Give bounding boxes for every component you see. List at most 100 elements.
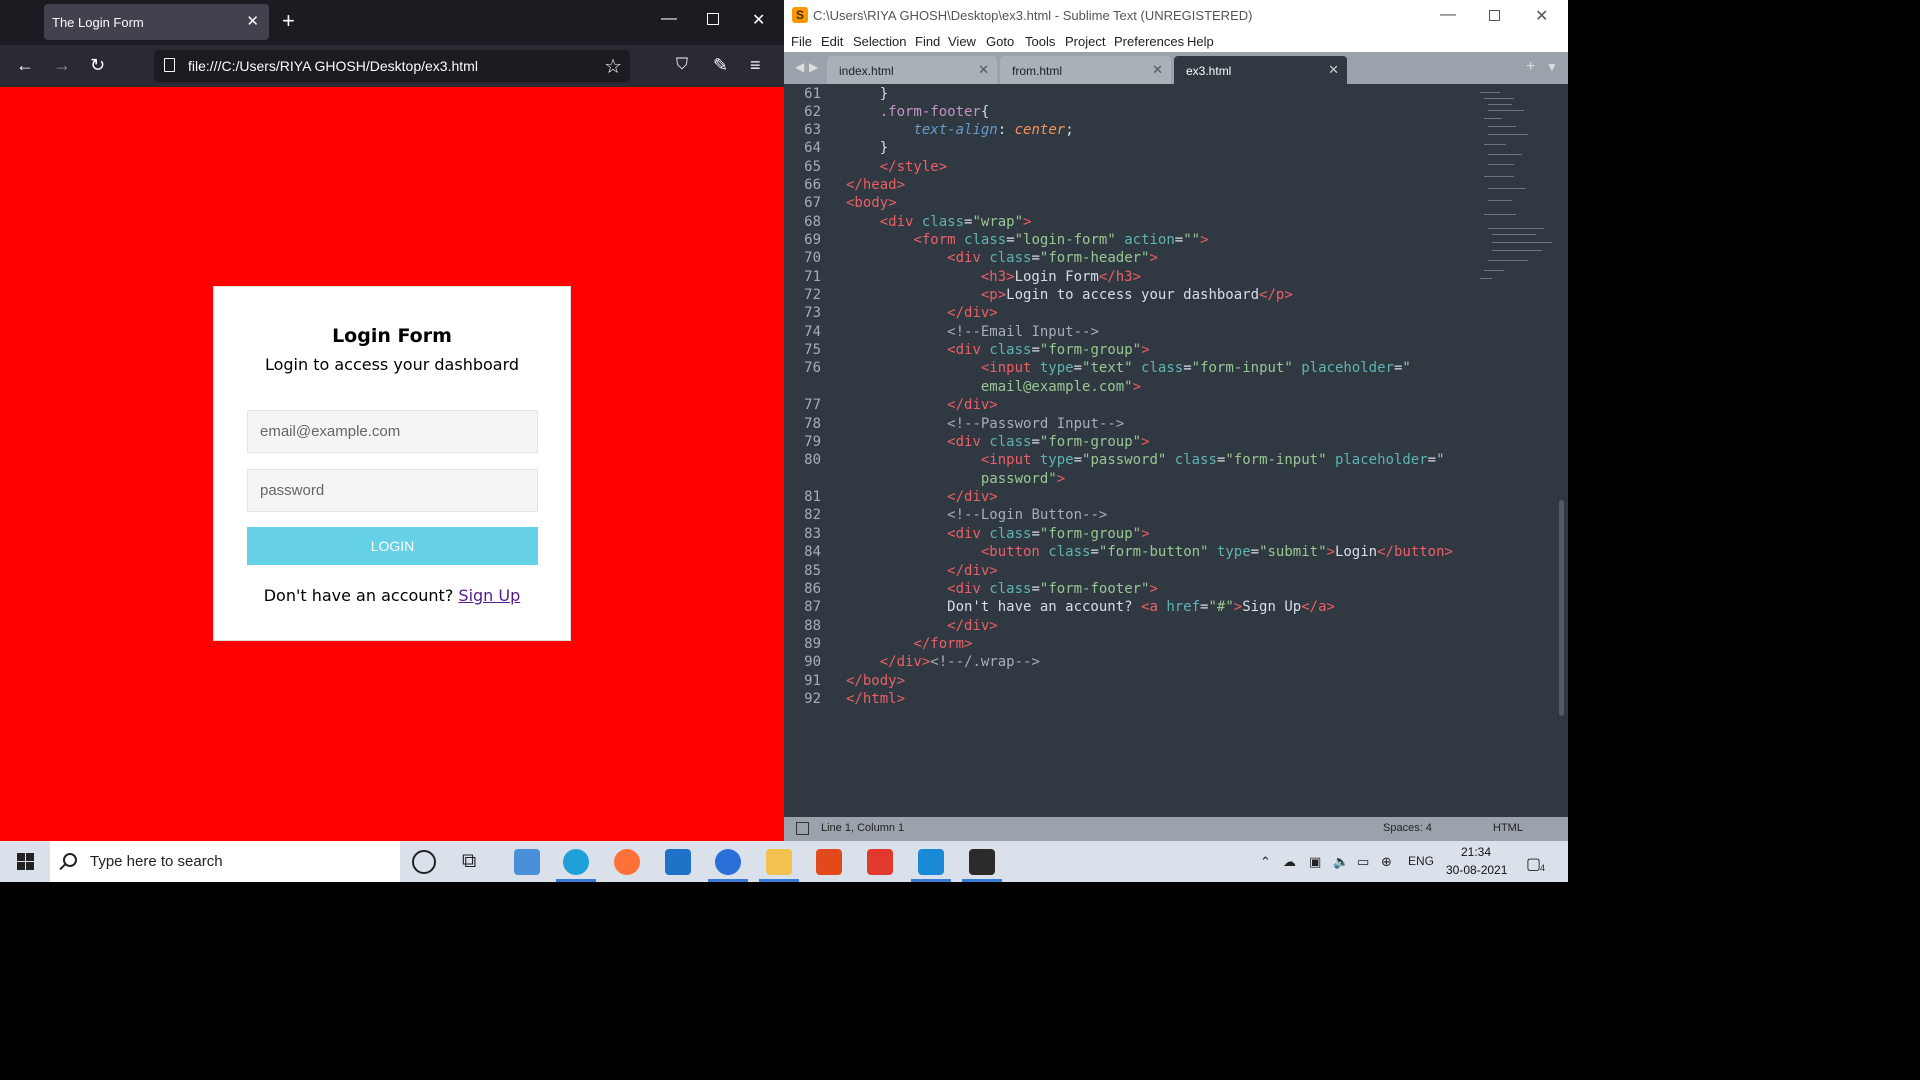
close-tab-icon[interactable]: ✕ [1152, 62, 1163, 78]
email-field[interactable] [247, 410, 538, 453]
close-tab-icon[interactable]: ✕ [246, 12, 259, 30]
form-title: Login Form [332, 325, 452, 347]
volume-icon[interactable]: 🔈 [1333, 854, 1349, 870]
menu-find[interactable]: Find [915, 34, 940, 49]
line-number: 73 [804, 305, 821, 321]
code-editor[interactable]: 61 } 62 .form-footer{ 63 text-align: cen… [784, 84, 1568, 817]
editor-title: C:\Users\RIYA GHOSH\Desktop\ex3.html - S… [813, 8, 1253, 23]
active-indicator [708, 879, 748, 882]
url-text[interactable]: file:///C:/Users/RIYA GHOSH/Desktop/ex3.… [188, 58, 478, 74]
minimize-icon[interactable]: — [661, 10, 677, 28]
chevron-up-icon[interactable]: ⌃ [1260, 854, 1271, 870]
clock-time[interactable]: 21:34 [1461, 845, 1491, 859]
browser-tab-bar: The Login Form ✕ + — ✕ [0, 0, 784, 45]
language-indicator[interactable]: ENG [1408, 854, 1434, 868]
wrench-icon[interactable]: ✎ [713, 55, 728, 75]
line-number: 77 [804, 397, 821, 413]
network-globe-icon[interactable]: ⊕ [1381, 854, 1392, 870]
line-number: 61 [804, 86, 821, 102]
firefox-icon[interactable] [614, 849, 640, 875]
active-indicator [556, 879, 596, 882]
taskbar-search[interactable]: Type here to search [50, 841, 400, 882]
address-bar[interactable]: file:///C:/Users/RIYA GHOSH/Desktop/ex3.… [154, 50, 630, 82]
minimap[interactable] [1480, 88, 1552, 288]
menu-view[interactable]: View [948, 34, 976, 49]
line-number: 70 [804, 250, 821, 266]
close-tab-icon[interactable]: ✕ [978, 62, 989, 78]
cortana-icon[interactable] [412, 850, 436, 874]
new-tab-button[interactable]: + [282, 9, 295, 33]
browser-window: The Login Form ✕ + — ✕ ← → ↻ file:///C:/… [0, 0, 784, 841]
close-window-icon[interactable]: ✕ [752, 10, 765, 30]
password-field[interactable] [247, 469, 538, 512]
file-explorer-icon[interactable] [766, 849, 792, 875]
firefox-dev-icon[interactable] [715, 849, 741, 875]
line-number: 83 [804, 526, 821, 542]
tab-scroll-right-icon[interactable]: ▶ [809, 60, 818, 74]
menu-help[interactable]: Help [1187, 34, 1214, 49]
menu-file[interactable]: File [791, 34, 812, 49]
windows-start-icon[interactable] [17, 853, 34, 870]
maximize-icon[interactable] [707, 13, 719, 25]
line-number: 68 [804, 214, 821, 230]
line-number: 84 [804, 544, 821, 560]
sublime-text-icon[interactable] [969, 849, 995, 875]
bookmark-star-icon[interactable]: ☆ [604, 54, 622, 79]
minimize-icon[interactable]: — [1440, 6, 1456, 24]
syntax-status[interactable]: HTML [1493, 822, 1523, 834]
line-number: 76 [804, 360, 821, 376]
forward-icon[interactable]: → [53, 55, 71, 75]
editor-scrollbar[interactable] [1559, 500, 1564, 716]
pc-icon[interactable] [514, 849, 540, 875]
notification-icon[interactable]: ▢ [1526, 854, 1541, 874]
editor-window: S C:\Users\RIYA GHOSH\Desktop\ex3.html -… [784, 0, 1568, 841]
line-number: 80 [804, 452, 821, 468]
tab-index-html[interactable]: index.html ✕ [827, 56, 997, 84]
office-icon[interactable] [816, 849, 842, 875]
menu-tools[interactable]: Tools [1025, 34, 1055, 49]
menu-selection[interactable]: Selection [853, 34, 906, 49]
meet-now-icon[interactable]: ▣ [1309, 854, 1321, 870]
line-number: 75 [804, 342, 821, 358]
menu-icon[interactable]: ≡ [750, 55, 761, 75]
pocket-icon[interactable]: ⛉ [676, 55, 688, 75]
tab-list-icon[interactable]: ▼ [1546, 60, 1558, 74]
mail-icon[interactable] [665, 849, 691, 875]
notification-count: 4 [1540, 863, 1546, 873]
page-icon [164, 58, 175, 72]
media-player-icon[interactable] [918, 849, 944, 875]
panel-toggle-icon[interactable] [796, 822, 809, 835]
tab-scroll-left-icon[interactable]: ◀ [795, 60, 804, 74]
battery-icon[interactable]: ▭ [1357, 854, 1369, 870]
menu-edit[interactable]: Edit [821, 34, 843, 49]
menu-goto[interactable]: Goto [986, 34, 1014, 49]
tab-ex3-html[interactable]: ex3.html ✕ [1174, 56, 1347, 84]
editor-title-bar: S C:\Users\RIYA GHOSH\Desktop\ex3.html -… [784, 0, 1568, 31]
back-icon[interactable]: ← [16, 55, 34, 75]
close-tab-icon[interactable]: ✕ [1328, 62, 1339, 78]
login-button[interactable]: LOGIN [247, 527, 538, 565]
edge-icon[interactable] [563, 849, 589, 875]
browser-tab[interactable]: The Login Form ✕ [44, 4, 269, 40]
footer-text: Don't have an account? [263, 586, 454, 605]
line-number: 90 [804, 654, 821, 670]
menu-preferences[interactable]: Preferences [1114, 34, 1184, 49]
line-number: 88 [804, 618, 821, 634]
tab-from-html[interactable]: from.html ✕ [1000, 56, 1171, 84]
task-view-icon[interactable]: ⧉ [462, 850, 488, 876]
maximize-icon[interactable] [1489, 10, 1500, 21]
line-number: 92 [804, 691, 821, 707]
onedrive-icon[interactable]: ☁ [1283, 854, 1296, 870]
line-number: 86 [804, 581, 821, 597]
line-number: 69 [804, 232, 821, 248]
cursor-position: Line 1, Column 1 [821, 822, 905, 834]
line-number: 81 [804, 489, 821, 505]
signup-link[interactable]: Sign Up [458, 586, 520, 605]
reload-icon[interactable]: ↻ [90, 55, 105, 75]
menu-project[interactable]: Project [1065, 34, 1105, 49]
indentation-status[interactable]: Spaces: 4 [1383, 822, 1432, 834]
clock-date[interactable]: 30-08-2021 [1446, 863, 1507, 877]
anydesk-icon[interactable] [867, 849, 893, 875]
close-window-icon[interactable]: ✕ [1535, 6, 1548, 26]
new-tab-icon[interactable]: + [1526, 58, 1535, 76]
